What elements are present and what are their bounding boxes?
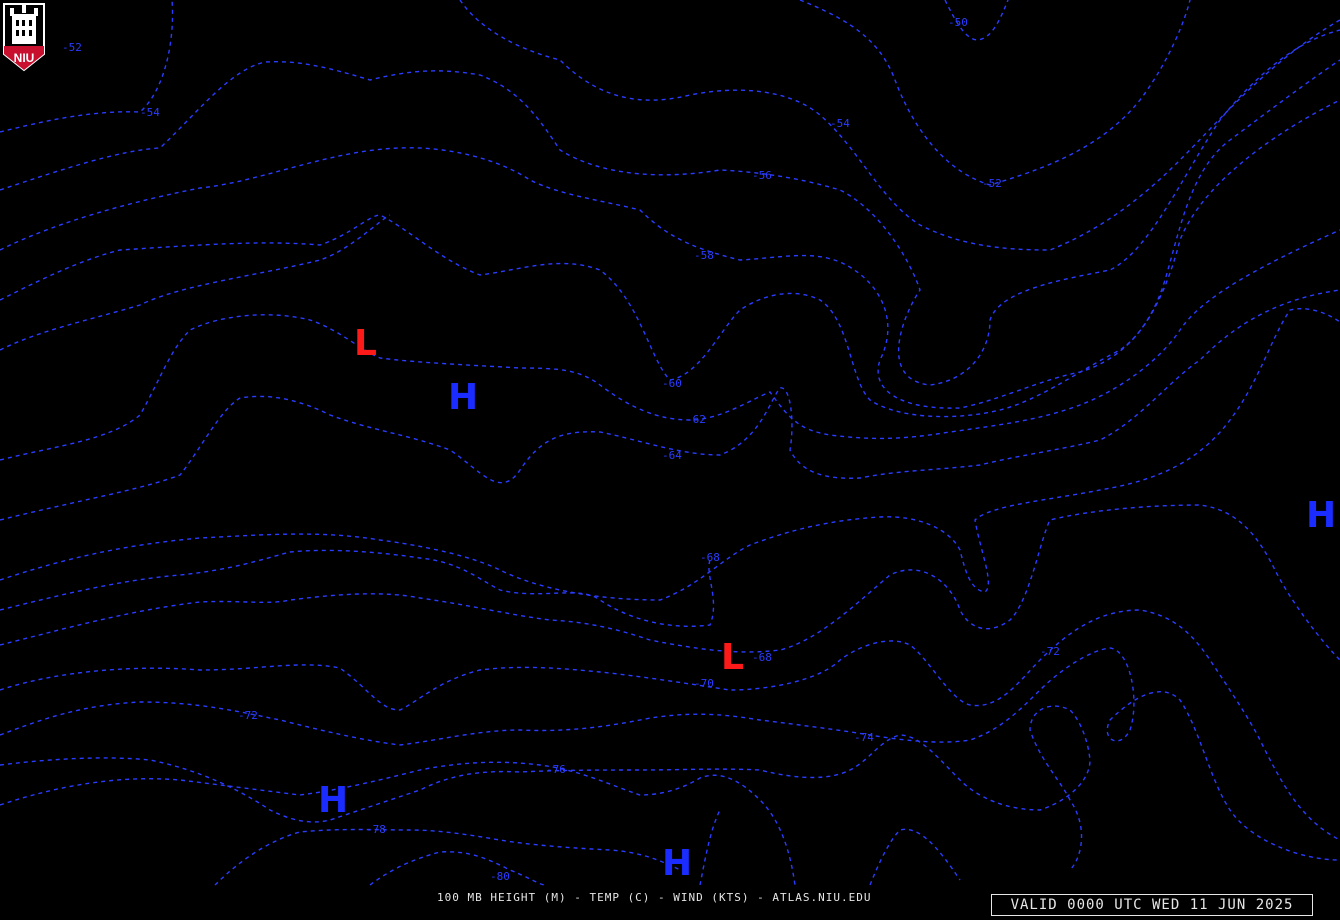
high-pressure-marker: H bbox=[1306, 495, 1336, 536]
isotherm-line bbox=[459, 0, 1340, 251]
logo-text: NIU bbox=[14, 51, 35, 65]
isotherm-label: -72 bbox=[1040, 645, 1060, 658]
isotherm-line bbox=[0, 99, 1340, 418]
isotherm-labels: -50 -52 -52 -54 -54 -56 -58 -60 -62 -64 … bbox=[62, 16, 1060, 883]
low-pressure-marker: L bbox=[721, 637, 744, 678]
map-caption: 100 MB HEIGHT (M) - TEMP (C) - WIND (KTS… bbox=[437, 891, 872, 904]
isotherm-line bbox=[0, 59, 1340, 409]
high-pressure-marker: H bbox=[318, 780, 348, 821]
isotherm-label: -68 bbox=[700, 551, 720, 564]
niu-logo: NIU bbox=[3, 3, 45, 72]
low-pressure-marker: L bbox=[354, 323, 377, 364]
isotherm-line bbox=[0, 549, 715, 627]
isotherm-line bbox=[0, 647, 1340, 861]
pressure-systems: L H H L H H bbox=[318, 323, 1336, 884]
isotherm-line bbox=[369, 851, 546, 886]
isotherm-label: -58 bbox=[694, 249, 714, 262]
isotherm-line bbox=[0, 229, 1340, 461]
isotherm-label: -76 bbox=[546, 763, 566, 776]
isotherm-label: -68 bbox=[752, 651, 772, 664]
isotherm-line bbox=[869, 828, 961, 886]
isotherm-line bbox=[214, 828, 681, 886]
isotherm-label: -80 bbox=[490, 870, 510, 883]
isotherm-line bbox=[0, 504, 1340, 661]
high-pressure-marker: H bbox=[662, 843, 692, 884]
isotherm-label: -56 bbox=[752, 169, 772, 182]
isotherm-label: -62 bbox=[686, 413, 706, 426]
isotherm-label: -60 bbox=[662, 377, 682, 390]
isotherm-label: -50 bbox=[948, 16, 968, 29]
isotherm-lines bbox=[0, 0, 1340, 886]
high-pressure-marker: H bbox=[448, 377, 478, 418]
temperature-map: -50 -52 -52 -54 -54 -56 -58 -60 -62 -64 … bbox=[0, 0, 1340, 886]
isotherm-label: -52 bbox=[982, 177, 1002, 190]
isotherm-label: -74 bbox=[854, 731, 874, 744]
isotherm-label: -72 bbox=[238, 709, 258, 722]
isotherm-label: -70 bbox=[694, 677, 714, 690]
isotherm-label: -78 bbox=[366, 823, 386, 836]
valid-time-box: VALID 0000 UTC WED 11 JUN 2025 bbox=[991, 894, 1313, 916]
isotherm-label: -54 bbox=[830, 117, 850, 130]
isotherm-label: -52 bbox=[62, 41, 82, 54]
isotherm-line bbox=[699, 809, 721, 886]
isotherm-label: -54 bbox=[140, 106, 160, 119]
isotherm-label: -64 bbox=[662, 449, 682, 462]
isotherm-line bbox=[0, 289, 1340, 521]
